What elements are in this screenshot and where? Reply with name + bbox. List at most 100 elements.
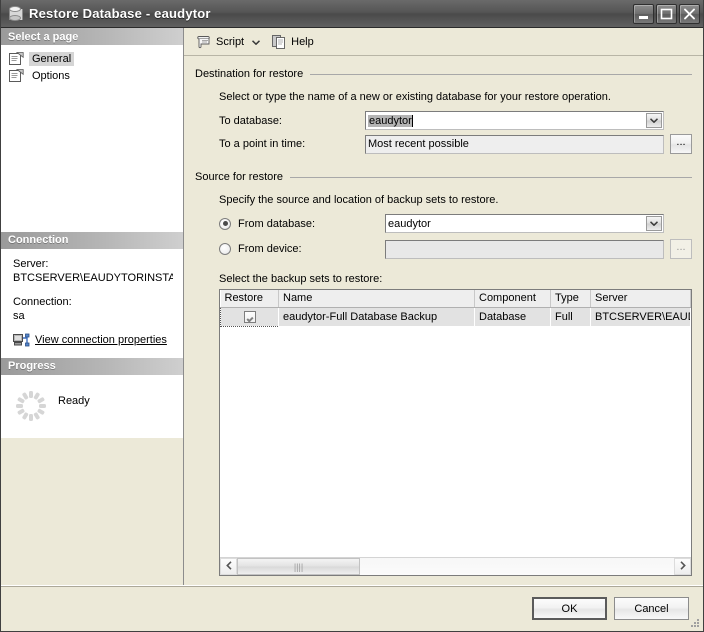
restore-database-dialog: Restore Database - eaudytor Select a pag… <box>0 0 704 632</box>
from-database-combobox[interactable]: eaudytor <box>385 214 664 233</box>
progress-body: Ready <box>1 374 183 438</box>
sidebar-filler <box>1 437 183 585</box>
connection-header: Connection <box>1 231 183 249</box>
restore-checkbox-cell[interactable] <box>220 306 279 327</box>
column-header-server[interactable]: Server <box>590 290 691 308</box>
minimize-button[interactable] <box>633 3 654 24</box>
connection-user-group: Connection: sa <box>13 295 173 323</box>
from-database-radio[interactable]: From database: <box>219 217 385 230</box>
view-connection-properties-label: View connection properties <box>35 334 167 346</box>
chevron-left-icon <box>225 560 232 573</box>
from-database-label: From database: <box>238 217 316 230</box>
select-a-page-header: Select a page <box>1 28 183 45</box>
connection-label: Connection: <box>13 295 72 308</box>
group-divider <box>310 73 692 75</box>
dialog-footer: OK Cancel <box>1 585 703 631</box>
page-icon <box>9 51 24 66</box>
from-database-value: eaudytor <box>388 217 431 230</box>
text-caret <box>411 114 413 127</box>
scroll-right-button[interactable] <box>674 558 691 575</box>
cell-name: eaudytor-Full Database Backup <box>278 307 475 326</box>
ellipsis-icon: ... <box>676 135 686 148</box>
ellipsis-icon: ... <box>676 240 686 253</box>
backup-sets-table: Restore Name Component Type Server eaudy… <box>220 290 691 327</box>
main-panel: Script Help Destination for restore Sele… <box>184 28 703 585</box>
connection-value: sa <box>13 309 25 322</box>
close-button[interactable] <box>679 3 700 24</box>
scroll-left-button[interactable] <box>220 558 237 575</box>
ok-button[interactable]: OK <box>532 597 607 620</box>
radio-indicator-icon <box>219 217 231 230</box>
from-device-browse-button[interactable]: ... <box>670 239 692 259</box>
to-database-label: To database: <box>219 114 282 127</box>
cancel-button[interactable]: Cancel <box>614 597 689 620</box>
to-database-combobox[interactable]: eaudytor <box>365 111 664 130</box>
progress-panel: Progress Ready <box>1 357 183 438</box>
group-divider <box>290 176 692 178</box>
database-cylinder-icon <box>8 5 23 22</box>
help-button-label: Help <box>291 35 314 48</box>
form-area: Destination for restore Select or type t… <box>184 56 703 585</box>
to-point-in-time-field[interactable]: Most recent possible <box>365 134 664 154</box>
title-bar[interactable]: Restore Database - eaudytor <box>1 0 703 28</box>
page-icon <box>9 68 24 83</box>
backup-sets-label: Select the backup sets to restore: <box>219 273 383 285</box>
help-button[interactable]: Help <box>267 32 318 52</box>
from-device-field[interactable] <box>385 239 664 259</box>
progress-status-label: Ready <box>58 395 90 407</box>
connection-panel: Connection Server: BTCSERVER\EAUDYTORINS… <box>1 231 183 358</box>
server-connection-icon <box>13 333 30 348</box>
sidebar-item-label: Options <box>32 69 70 82</box>
radio-indicator-icon <box>219 243 231 255</box>
backup-sets-grid: Restore Name Component Type Server eaudy… <box>219 289 692 576</box>
grid-horizontal-scrollbar[interactable]: |||| <box>220 557 691 575</box>
progress-spinner-icon <box>14 389 48 423</box>
ok-button-label: OK <box>561 602 578 615</box>
resize-grip-icon[interactable] <box>689 617 701 629</box>
chevron-down-icon[interactable] <box>646 216 662 231</box>
to-point-in-time-label: To a point in time: <box>219 138 306 150</box>
toolbar: Script Help <box>184 28 703 56</box>
sidebar-item-general[interactable]: General <box>1 50 183 67</box>
from-device-radio[interactable]: From device: <box>219 243 385 255</box>
script-button[interactable]: Script <box>192 32 248 52</box>
cancel-button-label: Cancel <box>634 602 669 615</box>
server-label: Server: <box>13 257 49 270</box>
to-point-in-time-browse-button[interactable]: ... <box>670 134 692 154</box>
to-database-value: eaudytor <box>368 114 412 127</box>
destination-group-body: Select or type the name of a new or exis… <box>195 82 692 158</box>
cell-server: BTCSERVER\EAUDYTORINS <box>590 307 691 326</box>
view-connection-properties-link[interactable]: View connection properties <box>13 333 173 348</box>
cell-type: Full <box>550 307 591 326</box>
to-point-in-time-value: Most recent possible <box>368 138 469 150</box>
sidebar-item-label: General <box>29 51 75 66</box>
column-header-component[interactable]: Component <box>474 290 551 308</box>
dialog-body: Select a page General Options Connection… <box>1 28 703 585</box>
column-header-type[interactable]: Type <box>550 290 591 308</box>
column-header-restore[interactable]: Restore <box>220 290 279 308</box>
from-database-row: From database: eaudytor <box>219 214 692 233</box>
from-device-row: From device: ... <box>219 239 692 259</box>
grip-icon: |||| <box>293 561 304 572</box>
column-header-name[interactable]: Name <box>278 290 475 308</box>
source-group-title: Source for restore <box>195 171 692 183</box>
sidebar: Select a page General Options Connection… <box>1 28 184 585</box>
to-database-row: To database: eaudytor <box>219 111 692 130</box>
chevron-down-icon[interactable] <box>646 113 662 128</box>
to-point-in-time-row: To a point in time: Most recent possible… <box>219 134 692 154</box>
restore-checkbox[interactable] <box>243 310 256 323</box>
sidebar-item-options[interactable]: Options <box>1 67 183 84</box>
server-value: BTCSERVER\EAUDYTORINSTA <box>13 271 173 284</box>
maximize-button[interactable] <box>656 3 677 24</box>
table-header-row: Restore Name Component Type Server <box>220 290 691 308</box>
source-hint: Specify the source and location of backu… <box>219 194 499 206</box>
connection-server-group: Server: BTCSERVER\EAUDYTORINSTA <box>13 257 173 285</box>
grid-scroll-area[interactable]: Restore Name Component Type Server eaudy… <box>220 290 691 557</box>
table-row[interactable]: eaudytor-Full Database Backup Database F… <box>220 306 691 327</box>
scrollbar-thumb[interactable]: |||| <box>237 558 360 575</box>
scrollbar-track[interactable]: |||| <box>237 558 674 575</box>
help-pages-icon <box>271 34 287 50</box>
cell-component: Database <box>474 307 551 326</box>
page-list: General Options <box>1 45 183 232</box>
script-dropdown-button[interactable] <box>250 32 261 52</box>
